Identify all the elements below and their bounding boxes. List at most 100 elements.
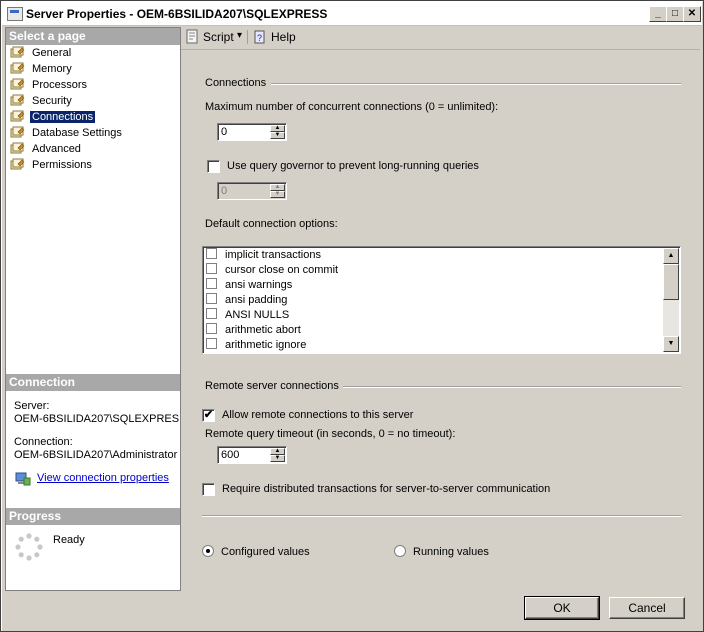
sidebar-item-permissions[interactable]: Permissions (10, 157, 94, 173)
spin-down-icon[interactable]: ▼ (270, 132, 285, 139)
close-button[interactable]: ✕ (683, 6, 701, 22)
window-title: Server Properties - OEM-6BSILIDA207\SQLE… (26, 7, 328, 21)
page-icon (10, 142, 25, 155)
page-icon (10, 94, 25, 107)
help-icon[interactable]: ? (252, 29, 268, 45)
option-label: ANSI NULLS (225, 309, 290, 321)
option-row[interactable]: ansi padding (206, 293, 287, 308)
server-label: Server: (14, 400, 50, 412)
connection-value: OEM-6BSILIDA207\Administrator (14, 449, 178, 461)
script-dropdown-arrow-icon[interactable]: ▾ (237, 30, 242, 41)
sidebar-item-database-settings[interactable]: Database Settings (10, 125, 124, 141)
svg-text:?: ? (257, 33, 262, 43)
option-checkbox[interactable] (206, 323, 217, 334)
remote-query-timeout-value: 600 (221, 449, 240, 461)
minimize-button[interactable]: _ (649, 6, 667, 22)
configured-values-label: Configured values (221, 546, 310, 558)
option-row[interactable]: ansi warnings (206, 278, 292, 293)
cancel-button[interactable]: Cancel (609, 597, 685, 619)
progress-status: Ready (53, 534, 85, 546)
max-connections-label: Maximum number of concurrent connections… (205, 101, 499, 113)
option-checkbox[interactable] (206, 308, 217, 319)
values-divider (202, 515, 681, 517)
connections-group-divider (271, 83, 681, 85)
allow-remote-connections-checkbox[interactable]: ✔ (202, 409, 215, 422)
help-button[interactable]: Help (271, 30, 296, 44)
progress-section-header: Progress (6, 508, 180, 525)
scroll-up-icon[interactable]: ▲ (663, 248, 679, 264)
sidebar-item-label: Database Settings (32, 127, 122, 139)
toolbar-separator (247, 30, 248, 44)
sidebar-item-label: General (32, 47, 72, 59)
configured-values-radio[interactable] (202, 545, 214, 557)
option-checkbox[interactable] (206, 263, 217, 274)
query-governor-value: 0 (221, 185, 228, 197)
server-value: OEM-6BSILIDA207\SQLEXPRES (14, 413, 180, 425)
sidebar-item-label: Security (32, 95, 72, 107)
checkmark-icon: ✔ (203, 409, 214, 421)
spin-up-icon: ▲ (270, 184, 285, 191)
option-row[interactable]: cursor close on commit (206, 263, 338, 278)
progress-spinner-icon (14, 532, 44, 562)
scroll-thumb[interactable] (663, 264, 679, 300)
option-checkbox[interactable] (206, 338, 217, 349)
max-connections-value: 0 (221, 126, 228, 138)
sidebar-item-general[interactable]: General (10, 45, 73, 61)
spin-up-icon[interactable]: ▲ (270, 448, 285, 455)
spin-down-icon[interactable]: ▼ (270, 455, 285, 462)
spin-up-icon[interactable]: ▲ (270, 125, 285, 132)
default-connection-options-list[interactable]: implicit transactions cursor close on com… (202, 246, 681, 354)
remote-group-divider (343, 386, 681, 388)
option-checkbox[interactable] (206, 293, 217, 304)
sidebar-item-processors[interactable]: Processors (10, 77, 89, 93)
right-pane: Script ▾ ? Help Connections Maximum numb… (180, 27, 700, 589)
use-query-governor-checkbox[interactable] (207, 160, 220, 173)
left-pane: Select a page General Memory Processors Sec… (5, 27, 181, 591)
sidebar-item-security[interactable]: Security (10, 93, 74, 109)
sidebar-item-advanced[interactable]: Advanced (10, 141, 83, 157)
sidebar-item-connections[interactable]: Connections (10, 109, 96, 125)
option-label: arithmetic ignore (225, 339, 307, 351)
script-icon[interactable] (184, 29, 200, 45)
option-label: cursor close on commit (225, 264, 339, 276)
option-row[interactable]: implicit transactions (206, 248, 321, 263)
script-button[interactable]: Script (203, 30, 234, 44)
option-row[interactable]: arithmetic abort (206, 323, 301, 338)
maximize-button[interactable]: □ (666, 6, 684, 22)
sidebar-item-label: Memory (32, 63, 72, 75)
option-checkbox[interactable] (206, 278, 217, 289)
ok-button[interactable]: OK (524, 596, 600, 620)
server-properties-window: Server Properties - OEM-6BSILIDA207\SQLE… (0, 0, 704, 632)
select-page-header: Select a page (6, 28, 180, 45)
window-app-icon (7, 7, 23, 21)
use-query-governor-label: Use query governor to prevent long-runni… (227, 160, 479, 172)
remote-timeout-arrows: ▲ ▼ (270, 448, 285, 462)
max-connections-spinner[interactable]: 0 ▲ ▼ (217, 123, 287, 141)
remote-query-timeout-spinner[interactable]: 600 ▲ ▼ (217, 446, 287, 464)
spin-down-icon: ▼ (270, 191, 285, 198)
require-distributed-transactions-label: Require distributed transactions for ser… (222, 483, 551, 495)
connection-section-header: Connection (6, 374, 180, 391)
options-scrollbar[interactable]: ▲ ▼ (663, 248, 679, 352)
page-icon (10, 78, 25, 91)
page-icon (10, 158, 25, 171)
sidebar-item-memory[interactable]: Memory (10, 61, 74, 77)
running-values-radio[interactable] (394, 545, 406, 557)
remote-group-label: Remote server connections (205, 380, 339, 392)
option-checkbox[interactable] (206, 248, 217, 259)
option-row[interactable]: arithmetic ignore (206, 338, 306, 353)
connections-group-label: Connections (205, 77, 267, 89)
sidebar-item-label: Permissions (32, 159, 92, 171)
view-connection-properties-link[interactable]: View connection properties (37, 472, 169, 484)
option-row[interactable]: ANSI NULLS (206, 308, 289, 323)
require-distributed-transactions-checkbox[interactable] (202, 483, 215, 496)
sidebar-item-label: Processors (32, 79, 88, 91)
view-connection-properties-icon (15, 472, 31, 486)
title-bar[interactable]: Server Properties - OEM-6BSILIDA207\SQLE… (2, 2, 702, 26)
page-icon (10, 126, 25, 139)
option-label: ansi warnings (225, 279, 293, 291)
sidebar-item-label: Connections (30, 111, 96, 123)
scroll-down-icon[interactable]: ▼ (663, 336, 679, 352)
page-icon (10, 62, 25, 75)
remote-query-timeout-label: Remote query timeout (in seconds, 0 = no… (205, 428, 456, 440)
